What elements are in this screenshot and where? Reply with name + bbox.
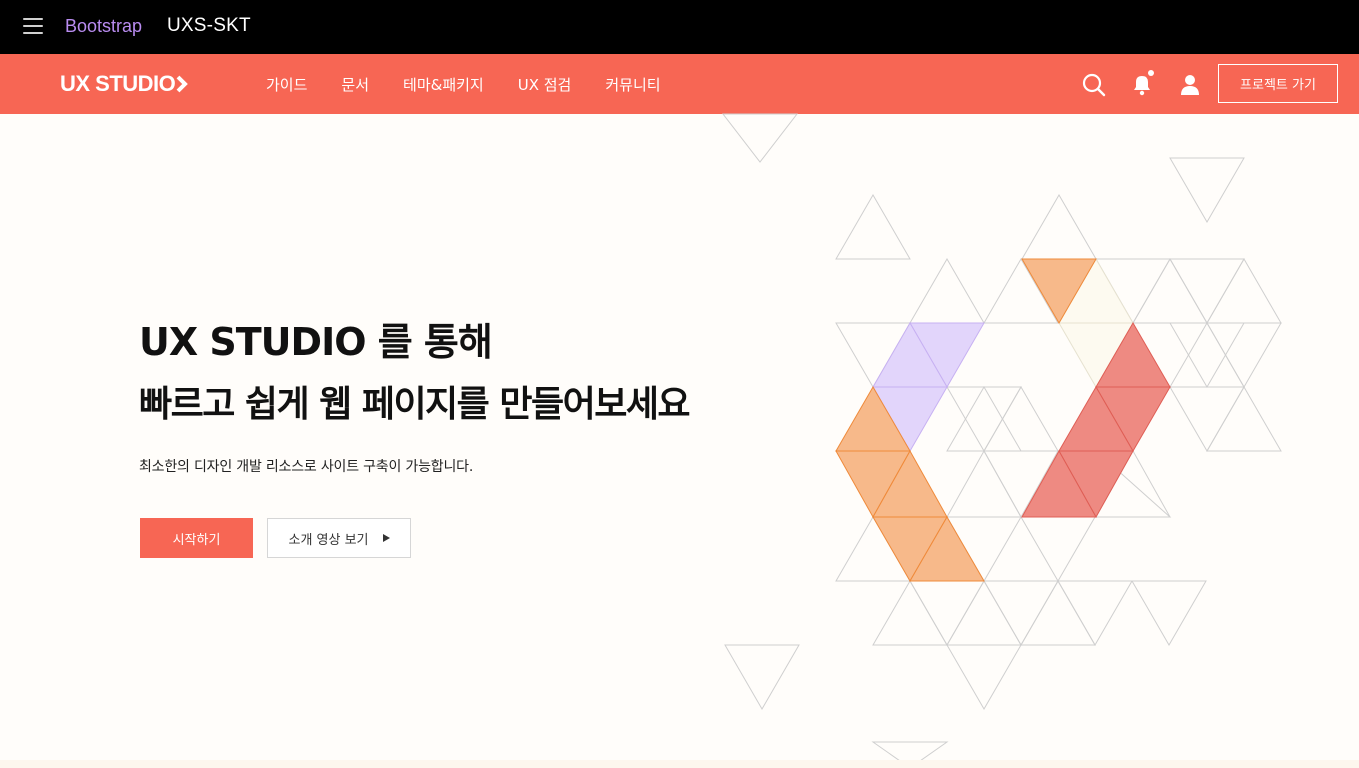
hero-subtitle: 빠르고 쉽게 웹 페이지를 만들어보세요 [139, 384, 691, 425]
ux-studio-logo[interactable]: UX STUDIO [60, 71, 189, 97]
nav-item-community[interactable]: 커뮤니티 [605, 74, 660, 95]
logo-text: UX STUDIO [60, 71, 176, 96]
bell-icon[interactable] [1128, 70, 1156, 98]
user-icon[interactable] [1176, 70, 1204, 98]
bottom-section-edge [0, 760, 1359, 768]
nav-item-themes[interactable]: 테마&패키지 [403, 74, 484, 95]
start-button[interactable]: 시작하기 [140, 518, 253, 558]
bootstrap-brand[interactable]: Bootstrap [65, 16, 142, 37]
intro-video-button[interactable]: 소개 영상 보기 [267, 518, 411, 558]
main-navbar: UX STUDIO 가이드 문서 테마&패키지 UX 점검 커뮤니티 프로젝트 … [0, 54, 1359, 114]
logo-chevron-icon [176, 75, 189, 93]
nav-item-ux-check[interactable]: UX 점검 [518, 74, 572, 95]
nav-menu: 가이드 문서 테마&패키지 UX 점검 커뮤니티 [266, 54, 695, 114]
project-name: UXS-SKT [167, 15, 251, 36]
hero-title: UX STUDIO 를 통해 [139, 320, 493, 364]
play-icon [382, 534, 390, 542]
hamburger-menu-icon[interactable] [23, 18, 43, 34]
top-bar: Bootstrap UXS-SKT [0, 0, 1359, 54]
nav-item-guide[interactable]: 가이드 [266, 74, 307, 95]
intro-video-label: 소개 영상 보기 [288, 532, 369, 548]
go-to-project-button[interactable]: 프로젝트 가기 [1218, 64, 1338, 103]
hero-description: 최소한의 디자인 개발 리소스로 사이트 구축이 가능합니다. [139, 459, 474, 475]
nav-item-docs[interactable]: 문서 [341, 74, 369, 95]
search-icon[interactable] [1080, 70, 1108, 98]
